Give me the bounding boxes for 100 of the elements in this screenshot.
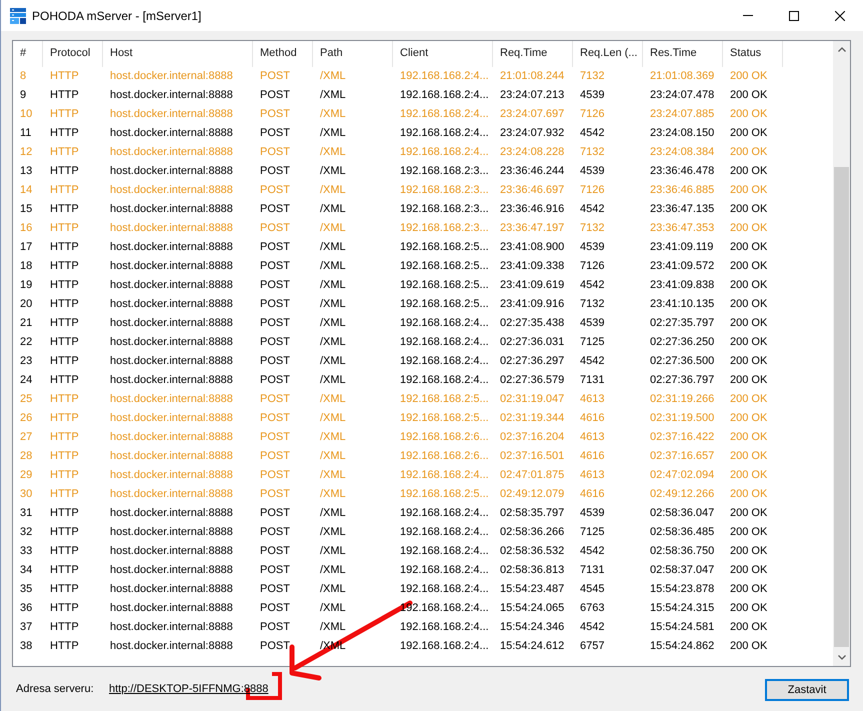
table-cell-text: HTTP [49,126,80,141]
table-cell-text: 4545 [579,582,606,597]
table-cell-text: 4616 [579,487,606,502]
table-cell-text: HTTP [49,468,80,483]
table-cell-text: 192.168.168.2:6... [399,430,490,445]
table-cell-text: 4613 [579,468,606,483]
table-cell-text: 4539 [579,316,606,331]
column-header[interactable]: Host [103,41,253,67]
table-cell-text: 9 [19,88,28,103]
table-cell-text: 192.168.168.2:4... [399,563,490,578]
table-cell-text: /XML [319,240,347,255]
table-cell-text: HTTP [49,620,80,635]
table-cell-text: host.docker.internal:8888 [109,544,234,559]
table-cell-text: 200 OK [729,145,768,160]
table-cell-text: 192.168.168.2:3... [399,183,490,198]
table-cell-text: 192.168.168.2:5... [399,411,490,426]
table-cell-text: 4613 [579,392,606,407]
scrollbar-thumb[interactable] [834,167,849,647]
table-cell-text: /XML [319,430,347,445]
table-cell-text: 23:24:08.384 [649,145,716,160]
table-cell-text: 02:49:12.079 [499,487,566,502]
table-cell-text: 31 [19,506,34,521]
column-header[interactable]: Res.Time [643,41,723,67]
stop-button[interactable]: Zastavit [765,679,849,701]
table-cell-text: 23:41:09.916 [499,297,566,312]
column-header[interactable]: Req.Time [493,41,573,67]
table-cell-text: host.docker.internal:8888 [109,259,234,274]
table-cell-text: 4539 [579,164,606,179]
table-cell-text: host.docker.internal:8888 [109,449,234,464]
table-cell-text: /XML [319,449,347,464]
table-cell-text: 4542 [579,354,606,369]
table-cell-text: /XML [319,335,347,350]
table-cell-text: host.docker.internal:8888 [109,183,234,198]
table-cell-text: host.docker.internal:8888 [109,373,234,388]
server-address-link[interactable]: http://DESKTOP-5IFFNMG:8888 [109,681,268,698]
table-cell-text: /XML [319,145,347,160]
table-cell-text: POST [259,639,291,654]
table-cell-text: /XML [319,354,347,369]
table-cell-text: 200 OK [729,221,768,236]
table-cell-text: 200 OK [729,297,768,312]
table-cell-text: 4542 [579,202,606,217]
column-header[interactable]: Status [723,41,783,67]
table-cell-text: 8 [19,69,28,84]
column-header[interactable]: # [13,41,43,67]
table-cell-text: 33 [19,544,34,559]
table-cell-text: 28 [19,449,34,464]
table-cell-text: 4616 [579,449,606,464]
table-cell-text: /XML [319,278,347,293]
table-cell-text: HTTP [49,107,80,122]
table-cell-text: HTTP [49,563,80,578]
vertical-scrollbar[interactable] [833,41,850,666]
table-cell-text: 7126 [579,107,606,122]
table-cell-text: 15:54:24.612 [499,639,566,654]
table-cell-text: 23:41:09.572 [649,259,716,274]
table-cell-text: 02:37:16.657 [649,449,716,464]
table-cell-text: 200 OK [729,183,768,198]
table-cell-text: 200 OK [729,639,768,654]
table-cell-text: host.docker.internal:8888 [109,601,234,616]
chevron-down-icon [838,655,846,660]
table-cell-text: 200 OK [729,202,768,217]
table-cell-text: 02:58:37.047 [649,563,716,578]
table-cell-text: POST [259,316,291,331]
table-cell-text: 192.168.168.2:4... [399,639,490,654]
table-cell-text: 02:37:16.422 [649,430,716,445]
table-cell-text: 192.168.168.2:4... [399,126,490,141]
table-cell-text: 192.168.168.2:4... [399,107,490,122]
table-cell-text: 02:47:01.875 [499,468,566,483]
table-cell-text: 02:27:36.031 [499,335,566,350]
table-cell-text: 15:54:23.878 [649,582,716,597]
column-header[interactable]: Client [393,41,493,67]
table-cell-text: /XML [319,563,347,578]
table-cell-text: host.docker.internal:8888 [109,107,234,122]
table-cell-text: 23:36:46.478 [649,164,716,179]
table-cell-text: 30 [19,487,34,502]
column-header[interactable]: Path [313,41,393,67]
table-cell-text: POST [259,487,291,502]
table-cell-text: POST [259,563,291,578]
table-cell-text: 4539 [579,506,606,521]
maximize-icon [789,10,799,20]
table-cell-text: /XML [319,69,347,84]
table-cell-text: 14 [19,183,34,198]
table-cell-text: host.docker.internal:8888 [109,221,234,236]
table-cell-text: 02:27:35.438 [499,316,566,331]
table-cell-text: 23:41:09.838 [649,278,716,293]
table-cell-text: /XML [319,202,347,217]
table-cell-text: 15:54:23.487 [499,582,566,597]
table-cell-text: 23:41:09.119 [649,240,714,255]
table-cell-text: HTTP [49,183,80,198]
table-cell-text: 15:54:24.862 [649,639,716,654]
table-cell-text: /XML [319,373,347,388]
table-cell-text: POST [259,525,291,540]
column-header[interactable]: Protocol [43,41,103,67]
table-cell-text: 23:24:07.697 [499,107,566,122]
table-cell-text: 37 [19,620,34,635]
table-cell-text: 11 [19,126,32,141]
table-cell-text: 192.168.168.2:4... [399,316,490,331]
column-header[interactable]: Method [253,41,313,67]
table-cell-text: HTTP [49,411,80,426]
column-header[interactable]: Req.Len (... [573,41,643,67]
table-cell-text: HTTP [49,69,80,84]
